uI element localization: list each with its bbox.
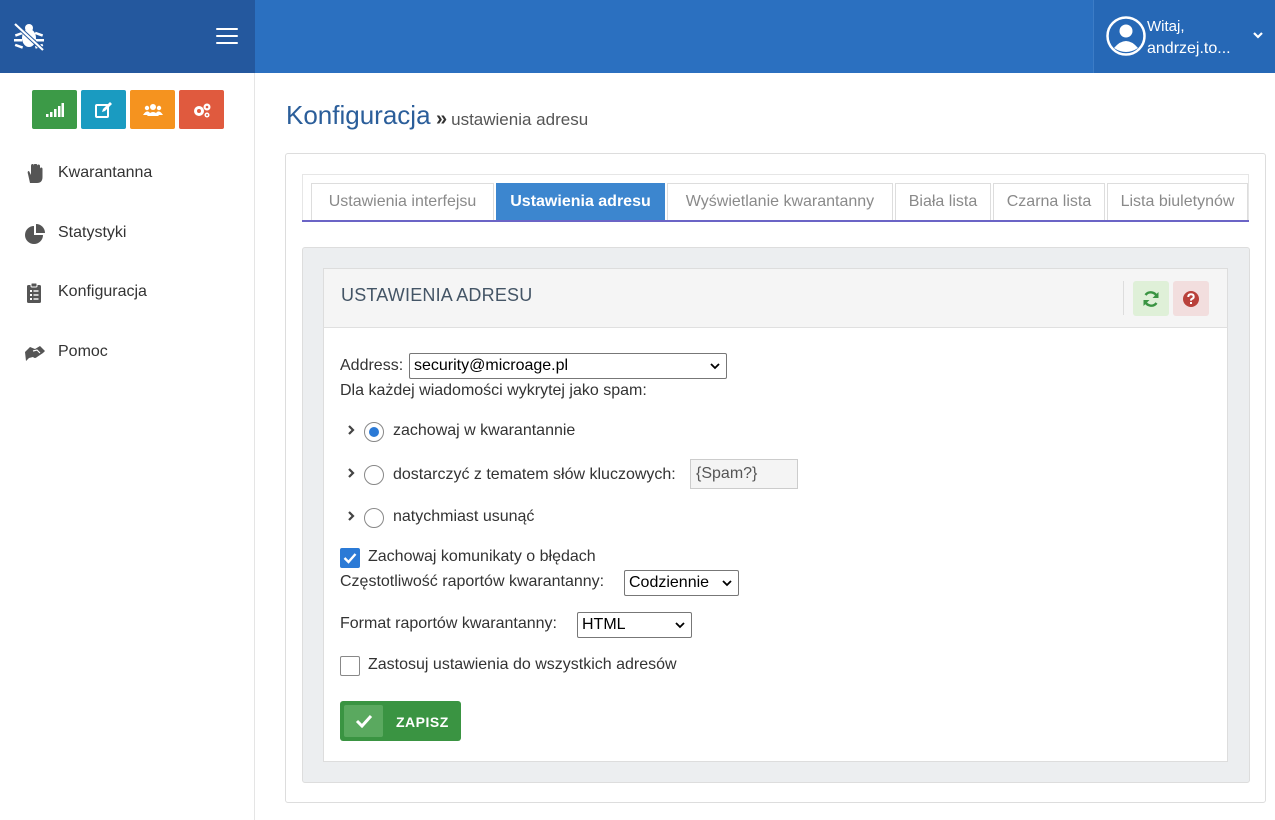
delete-radio[interactable] <box>364 508 384 528</box>
tab-lista-biuletynow[interactable]: Lista biuletynów <box>1107 183 1248 220</box>
settings-quick-button[interactable] <box>179 90 224 129</box>
bug-off-icon <box>13 22 45 52</box>
users-icon <box>142 103 163 116</box>
edit-quick-button[interactable] <box>81 90 126 129</box>
delete-option-label: natychmiast usunąć <box>393 508 535 525</box>
header-divider <box>1123 281 1124 315</box>
tab-ustawienia-interfejsu[interactable]: Ustawienia interfejsu <box>311 183 494 220</box>
user-name: andrzej.to... <box>1147 40 1231 57</box>
chevron-down-icon <box>710 363 720 370</box>
keep-errors-checkbox[interactable] <box>340 548 360 568</box>
user-greeting: Witaj, <box>1147 18 1185 35</box>
sidebar-item-label: Statystyki <box>58 224 127 241</box>
help-button[interactable] <box>1173 281 1209 316</box>
check-icon <box>343 553 357 564</box>
sidebar-item-label: Pomoc <box>58 343 108 360</box>
format-select-value: HTML <box>582 616 626 633</box>
refresh-button[interactable] <box>1133 281 1169 316</box>
brand-area[interactable] <box>0 0 255 73</box>
user-menu[interactable]: Witaj, andrzej.to... <box>1093 0 1275 73</box>
chevron-down-icon <box>1253 32 1263 39</box>
breadcrumb: » ustawienia adresu <box>436 108 588 131</box>
save-button[interactable]: ZAPISZ <box>340 701 461 741</box>
hamburger-icon[interactable] <box>216 28 238 46</box>
deliver-tagged-radio[interactable] <box>364 465 384 485</box>
keyword-input[interactable]: {Spam?} <box>690 459 798 489</box>
tab-biala-lista[interactable]: Biała lista <box>895 183 991 220</box>
save-icon-box <box>344 705 383 737</box>
quarantine-option-label: zachowaj w kwarantannie <box>393 422 576 439</box>
signal-bars-icon <box>45 102 64 117</box>
tab-ustawienia-adresu[interactable]: Ustawienia adresu <box>496 183 665 220</box>
check-icon <box>355 714 372 728</box>
statistics-quick-button[interactable] <box>32 90 77 129</box>
pie-chart-icon <box>25 224 45 244</box>
hand-icon <box>27 164 43 183</box>
sidebar-item-label: Kwarantanna <box>58 164 153 181</box>
question-circle-icon <box>1183 290 1199 307</box>
clipboard-icon <box>27 283 41 303</box>
refresh-icon <box>1143 290 1159 307</box>
apply-all-label: Zastosuj ustawienia do wszystkich adresó… <box>368 656 677 673</box>
sidebar-item-label: Konfiguracja <box>58 283 147 300</box>
handshake-icon <box>25 346 45 361</box>
breadcrumb-separator: » <box>436 108 448 130</box>
page-title: Konfiguracja <box>286 100 431 130</box>
spam-action-label: Dla każdej wiadomości wykrytej jako spam… <box>340 382 647 399</box>
deliver-tagged-option-label: dostarczyć z tematem słów kluczowych: <box>393 466 676 483</box>
chevron-right-icon <box>348 511 355 521</box>
tab-wyswietlanie-kwarantanny[interactable]: Wyświetlanie kwarantanny <box>667 183 893 220</box>
chevron-down-icon <box>675 622 685 629</box>
panel-title: USTAWIENIA ADRESU <box>341 285 533 305</box>
sidebar-item-pomoc[interactable]: Pomoc <box>0 332 255 372</box>
keep-errors-label: Zachowaj komunikaty o błędach <box>368 548 596 565</box>
user-greeting-block: Witaj, andrzej.to... <box>1147 16 1231 60</box>
user-circle-icon <box>1106 16 1146 56</box>
format-select[interactable]: HTML <box>577 612 692 638</box>
format-label: Format raportów kwarantanny: <box>340 615 557 632</box>
tab-underline <box>302 220 1249 222</box>
sidebar-item-kwarantanna[interactable]: Kwarantanna <box>0 153 255 193</box>
apply-all-checkbox[interactable] <box>340 656 360 676</box>
cogs-icon <box>193 103 210 117</box>
frequency-label: Częstotliwość raportów kwarantanny: <box>340 573 605 590</box>
frequency-select[interactable]: Codziennie <box>624 570 739 596</box>
quarantine-radio[interactable] <box>364 422 384 442</box>
address-select-value: security@microage.pl <box>414 357 569 374</box>
quick-buttons <box>32 90 224 129</box>
chevron-right-icon <box>348 468 355 478</box>
edit-icon <box>94 101 112 118</box>
address-select[interactable]: security@microage.pl <box>409 353 727 379</box>
users-quick-button[interactable] <box>130 90 175 129</box>
sidebar: Kwarantanna Statystyki Konfiguracja Pomo… <box>0 73 255 820</box>
tab-czarna-lista[interactable]: Czarna lista <box>993 183 1105 220</box>
page-subtitle: ustawienia adresu <box>451 110 589 129</box>
sidebar-item-konfiguracja[interactable]: Konfiguracja <box>0 272 255 312</box>
sidebar-item-statystyki[interactable]: Statystyki <box>0 213 255 253</box>
chevron-down-icon <box>722 580 732 587</box>
frequency-select-value: Codziennie <box>629 574 710 591</box>
address-label: Address: <box>340 357 404 374</box>
save-button-label: ZAPISZ <box>396 714 449 730</box>
chevron-right-icon <box>348 425 355 435</box>
